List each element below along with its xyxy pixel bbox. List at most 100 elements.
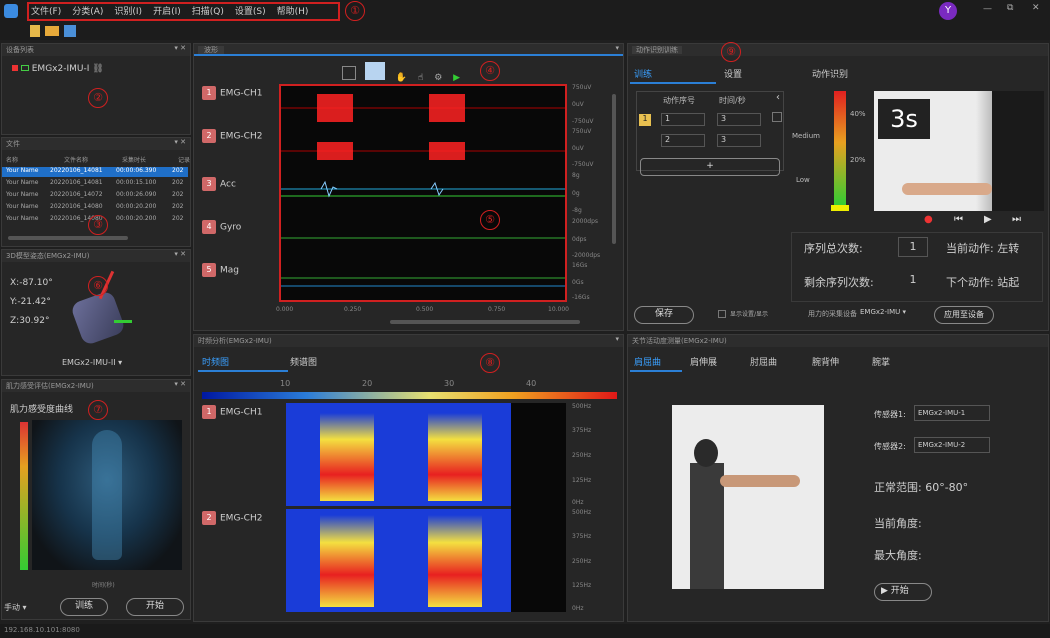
point-icon[interactable]: ☝ bbox=[418, 73, 423, 83]
stop-icon[interactable] bbox=[342, 66, 356, 80]
prev-icon[interactable]: ⏮ bbox=[954, 214, 963, 225]
marker-5: ⑤ bbox=[480, 210, 500, 230]
menu-settings[interactable]: 设置(S) bbox=[235, 4, 266, 18]
spec-ytick: 375Hz bbox=[572, 427, 592, 434]
channel-mag[interactable]: 5 Mag bbox=[202, 263, 239, 277]
save-button[interactable]: 保存 bbox=[634, 306, 694, 324]
channel-acc[interactable]: 3 Acc bbox=[202, 177, 236, 191]
device-item[interactable]: EMGx2-IMU-I ⛓ bbox=[12, 64, 104, 74]
muscle-x-axis-label: 时间(秒) bbox=[92, 582, 115, 589]
rom-start-button[interactable]: ▶ 开始 bbox=[874, 583, 932, 601]
menu-classify[interactable]: 分类(A) bbox=[72, 4, 103, 18]
wave-h-scrollbar[interactable] bbox=[390, 320, 580, 324]
tab-shoulder-extension[interactable]: 肩伸展 bbox=[690, 355, 717, 368]
ytick: 8g bbox=[572, 172, 580, 179]
panel-pin-icon[interactable]: ▾ ✕ bbox=[174, 138, 186, 146]
list-scrollbar[interactable] bbox=[8, 236, 128, 240]
panel-menu-icon[interactable]: ▾ bbox=[615, 44, 619, 52]
play-icon[interactable]: ▶ bbox=[453, 73, 460, 83]
col-file: 文件名称 bbox=[64, 157, 89, 164]
menu-bar-items: 文件(F) 分类(A) 识别(I) 开启(I) 扫描(Q) 设置(S) 帮助(H… bbox=[31, 4, 308, 18]
close-button[interactable]: ✕ bbox=[1032, 3, 1040, 13]
user-avatar[interactable]: Y bbox=[939, 2, 957, 20]
menu-file[interactable]: 文件(F) bbox=[31, 4, 61, 18]
ytick: -750uV bbox=[572, 118, 594, 125]
spec-ytick: 375Hz bbox=[572, 533, 592, 540]
tab-train[interactable]: 训练 bbox=[634, 67, 652, 80]
model3d-panel: 3D模型姿态(EMGx2-IMU) ▾ ✕ X:-87.10° Y:-21.42°… bbox=[1, 249, 191, 376]
tab-elbow-flexion[interactable]: 肘屈曲 bbox=[750, 355, 777, 368]
settings-icon[interactable]: ⚙ bbox=[434, 73, 442, 83]
spec-ytick: 0Hz bbox=[572, 499, 584, 506]
table-row[interactable]: Your Name 20220106_14081 00:00:15.100 202 bbox=[2, 179, 188, 189]
ytick: 0dps bbox=[572, 236, 587, 243]
select-icon[interactable] bbox=[364, 62, 385, 80]
tab-wrist-extension[interactable]: 腕背伸 bbox=[812, 355, 839, 368]
apply-to-device-button[interactable]: 应用至设备 bbox=[934, 306, 994, 324]
wave-v-scrollbar[interactable] bbox=[612, 94, 616, 244]
ytick: 0uV bbox=[572, 101, 584, 108]
tab-spectrum[interactable]: 频谱图 bbox=[290, 355, 317, 368]
spectrogram-ch2[interactable] bbox=[286, 509, 511, 612]
ytick: 750uV bbox=[572, 84, 592, 91]
tab-time-frequency[interactable]: 时频图 bbox=[202, 355, 229, 368]
train-button[interactable]: 训练 bbox=[60, 598, 108, 616]
table-row[interactable]: Your Name 20220106_14081 00:00:06.390 202 bbox=[2, 167, 188, 177]
play-icon[interactable]: ▶ bbox=[984, 214, 992, 225]
panel-pin-icon[interactable]: ▾ ✕ bbox=[174, 44, 186, 52]
next-action-label: 下个动作: 站起 bbox=[946, 276, 1020, 289]
wave-plot[interactable] bbox=[279, 84, 567, 302]
menu-open[interactable]: 开启(I) bbox=[153, 4, 181, 18]
minimize-button[interactable]: — bbox=[983, 4, 992, 14]
active-tab-underline bbox=[630, 370, 682, 372]
channel-emg-ch1[interactable]: 1 EMG-CH1 bbox=[202, 86, 262, 100]
next-icon[interactable]: ⏭ bbox=[1012, 214, 1021, 225]
save-icon[interactable] bbox=[64, 25, 76, 37]
time-input[interactable]: 3 bbox=[717, 134, 761, 147]
tab-action-recognition[interactable]: 动作识别 bbox=[812, 67, 848, 80]
open-folder-icon[interactable] bbox=[45, 26, 59, 36]
body-figure-icon bbox=[92, 430, 122, 560]
record-icon[interactable]: ● bbox=[924, 214, 933, 225]
add-row-button[interactable]: + bbox=[640, 158, 780, 176]
ytick: -16Gs bbox=[572, 294, 590, 301]
channel-gyro[interactable]: 4 Gyro bbox=[202, 220, 241, 234]
restore-button[interactable]: ⧉ bbox=[1007, 3, 1013, 13]
spectrum-title: 时频分析(EMGx2-IMU) bbox=[198, 337, 272, 345]
start-button[interactable]: 开始 bbox=[126, 598, 184, 616]
action-header: 动作识别训练 bbox=[628, 44, 1048, 56]
table-row[interactable]: Your Name 20220106_14072 00:00:26.090 202 bbox=[2, 191, 188, 201]
marker-6: ⑥ bbox=[88, 276, 108, 296]
sensor2-select[interactable]: EMGx2-IMU-2 bbox=[914, 437, 990, 453]
panel-menu-icon[interactable]: ▾ bbox=[615, 335, 619, 343]
spectrogram-ch1[interactable] bbox=[286, 403, 511, 506]
action-index-input[interactable]: 1 bbox=[661, 113, 705, 126]
spectrum-channel-ch1[interactable]: 1 EMG-CH1 bbox=[202, 405, 262, 419]
menu-identify[interactable]: 识别(I) bbox=[114, 4, 142, 18]
action-index-input[interactable]: 2 bbox=[661, 134, 705, 147]
tab-setup[interactable]: 设置 bbox=[724, 67, 742, 80]
action-video: 3s bbox=[874, 91, 1044, 211]
spectrum-channel-ch2[interactable]: 2 EMG-CH2 bbox=[202, 511, 262, 525]
new-file-icon[interactable] bbox=[30, 25, 40, 37]
hand-icon[interactable]: ✋ bbox=[396, 73, 407, 83]
tab-wrist-palm[interactable]: 腕掌 bbox=[872, 355, 890, 368]
table-row[interactable]: Your Name 20220106_14080 00:00:20.200 202 bbox=[2, 203, 188, 213]
tab-shoulder-flexion[interactable]: 肩屈曲 bbox=[634, 355, 661, 368]
muscle-subtitle: 肌力感受度曲线 bbox=[10, 405, 74, 415]
sensor1-select[interactable]: EMGx2-IMU-1 bbox=[914, 405, 990, 421]
remaining-count-label: 剩余序列次数: bbox=[804, 276, 874, 289]
panel-pin-icon[interactable]: ▾ ✕ bbox=[174, 250, 186, 258]
delete-row-icon[interactable] bbox=[772, 112, 782, 122]
collapse-chevron-icon[interactable]: ‹ bbox=[776, 92, 780, 103]
device-select[interactable]: EMGx2-IMU ▾ bbox=[860, 308, 906, 316]
channel-emg-ch2[interactable]: 2 EMG-CH2 bbox=[202, 129, 262, 143]
menu-scan[interactable]: 扫描(Q) bbox=[192, 4, 224, 18]
model-device-select[interactable]: EMGx2-IMU-II ▾ bbox=[62, 358, 122, 367]
waveform-tab[interactable]: 波形 bbox=[198, 46, 224, 54]
mode-select[interactable]: 手动 ▾ bbox=[4, 602, 27, 613]
panel-pin-icon[interactable]: ▾ ✕ bbox=[174, 380, 186, 388]
time-input[interactable]: 3 bbox=[717, 113, 761, 126]
menu-help[interactable]: 帮助(H) bbox=[277, 4, 309, 18]
display-checkbox[interactable] bbox=[718, 310, 726, 318]
